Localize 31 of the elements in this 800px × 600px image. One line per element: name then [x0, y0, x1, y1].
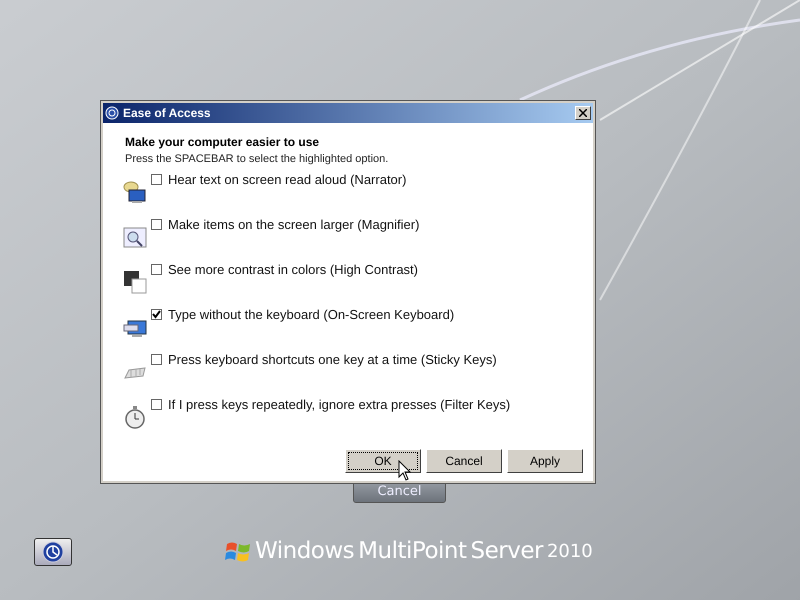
checkbox[interactable] — [151, 219, 162, 230]
brand-text: Server — [470, 538, 543, 564]
option-label: Make items on the screen larger (Magnifier) — [168, 217, 420, 232]
checkbox[interactable] — [151, 309, 162, 320]
option-label: Type without the keyboard (On-Screen Keyboard) — [168, 307, 454, 322]
option-label: Hear text on screen read aloud (Narrator) — [168, 172, 406, 187]
brand-text: MultiPoint — [358, 538, 466, 564]
contrast-squares-icon — [123, 270, 147, 294]
instruction-text: Press the SPACEBAR to select the highlighted option. — [125, 153, 390, 165]
close-icon — [579, 109, 587, 117]
checkbox[interactable] — [151, 354, 162, 365]
option-label: See more contrast in colors (High Contrast) — [168, 262, 418, 277]
option-label: If I press keys repeatedly, ignore extra presses (Filter Keys) — [168, 397, 510, 412]
checkbox[interactable] — [151, 174, 162, 185]
dialog-button[interactable]: Apply — [507, 449, 583, 473]
window-title: Ease of Access — [123, 106, 212, 120]
checkmark-icon — [152, 310, 161, 319]
dialog-heading: Make your computer easier to use — [125, 135, 320, 149]
stopwatch-icon — [123, 405, 147, 429]
magnifier-icon — [123, 225, 147, 249]
brand-year: 2010 — [546, 541, 593, 562]
dialog-button[interactable]: OK — [345, 449, 421, 473]
checkbox[interactable] — [151, 399, 162, 410]
option-label: Press keyboard shortcuts one key at a time (Sticky Keys) — [168, 352, 497, 367]
windows-flag-icon — [225, 540, 251, 564]
checkbox[interactable] — [151, 264, 162, 275]
dialog-button[interactable]: Cancel — [426, 449, 502, 473]
accessibility-button[interactable] — [34, 538, 72, 566]
speaking-computer-icon — [123, 180, 147, 204]
close-button[interactable] — [575, 106, 591, 120]
brand-text: Windows — [255, 538, 354, 564]
